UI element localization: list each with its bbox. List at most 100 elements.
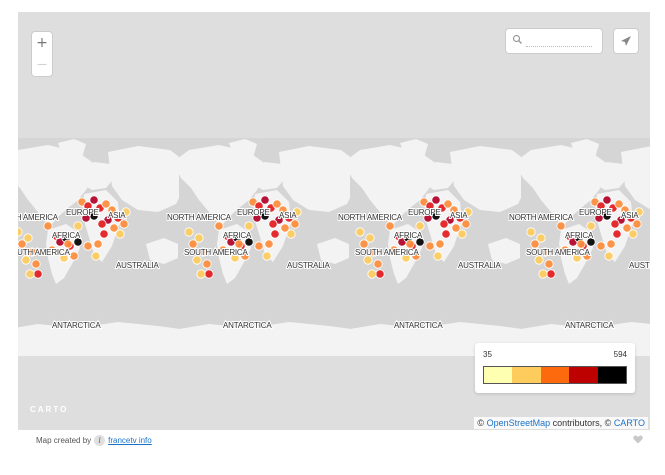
data-bubble[interactable] [254,241,264,251]
openstreetmap-link[interactable]: OpenStreetMap [487,418,551,428]
data-bubble[interactable] [415,221,425,231]
data-bubble[interactable] [25,269,35,279]
data-bubble[interactable] [244,221,254,231]
data-bubble[interactable] [596,241,606,251]
label-australia: AUSTRALIA [116,261,160,270]
label-asia: ASIA [279,211,297,220]
data-bubble[interactable] [23,233,33,243]
data-bubble[interactable] [385,221,395,231]
data-bubble[interactable] [214,221,224,231]
data-bubble[interactable] [363,255,373,265]
data-bubble[interactable] [202,259,212,269]
legend-swatch-5 [597,367,627,383]
label-south-america: SOUTH AMERICA [184,248,248,257]
data-bubble[interactable] [544,259,554,269]
data-bubble[interactable] [31,259,41,269]
data-bubble[interactable] [606,239,616,249]
data-bubble[interactable] [451,223,461,233]
data-bubble[interactable] [367,269,377,279]
data-bubble[interactable] [89,195,99,205]
data-bubble[interactable] [355,227,365,237]
color-legend: 35 594 [475,343,635,393]
data-bubble[interactable] [375,269,385,279]
data-bubble[interactable] [204,269,214,279]
label-north-america: NORTH AMERICA [18,213,59,222]
zoom-out-button[interactable]: — [32,54,52,76]
data-bubble[interactable] [556,221,566,231]
map-footer: Map created by i francetv info [36,435,152,446]
created-by-text: Map created by [36,436,92,445]
data-bubble[interactable] [433,251,443,261]
data-bubble[interactable] [93,239,103,249]
data-bubble[interactable] [43,221,53,231]
data-bubble[interactable] [234,239,244,249]
data-bubble[interactable] [194,233,204,243]
data-bubble[interactable] [280,223,290,233]
search-input[interactable] [526,34,592,47]
label-europe: EUROPE [408,208,441,217]
data-bubble[interactable] [91,251,101,261]
data-bubble[interactable] [264,239,274,249]
author-link[interactable]: francetv info [108,436,152,445]
carto-logo: CARTO [30,405,69,414]
data-bubble[interactable] [268,219,278,229]
data-bubble[interactable] [270,229,280,239]
label-south-america: SOUTH AMERICA [18,248,70,257]
data-bubble[interactable] [604,251,614,261]
label-antarctica: ANTARCTICA [223,321,272,330]
heart-icon[interactable] [633,435,643,444]
data-bubble[interactable] [73,221,83,231]
data-bubble[interactable] [534,255,544,265]
legend-min-value: 35 [483,350,492,359]
data-bubble[interactable] [63,239,73,249]
data-bubble[interactable] [262,251,272,261]
data-bubble[interactable] [109,223,119,233]
search-icon [512,34,522,44]
data-bubble[interactable] [632,219,642,229]
data-bubble[interactable] [21,255,31,265]
data-bubble[interactable] [610,219,620,229]
data-bubble[interactable] [602,195,612,205]
data-bubble[interactable] [546,269,556,279]
data-bubble[interactable] [622,223,632,233]
data-bubble[interactable] [576,239,586,249]
data-bubble[interactable] [184,227,194,237]
label-antarctica: ANTARCTICA [565,321,614,330]
label-africa: AFRICA [223,231,252,240]
data-bubble[interactable] [192,255,202,265]
label-asia: ASIA [450,211,468,220]
info-icon: i [94,435,106,446]
data-bubble[interactable] [373,259,383,269]
data-bubble[interactable] [586,221,596,231]
data-bubble[interactable] [365,233,375,243]
data-bubble[interactable] [425,241,435,251]
label-africa: AFRICA [52,231,81,240]
data-bubble[interactable] [536,233,546,243]
data-bubble[interactable] [33,269,43,279]
data-bubble[interactable] [538,269,548,279]
data-bubble[interactable] [290,219,300,229]
label-australia: AUSTRALIA [458,261,502,270]
data-bubble[interactable] [97,219,107,229]
data-bubble[interactable] [612,229,622,239]
locate-button[interactable] [614,29,638,53]
data-bubble[interactable] [260,195,270,205]
data-bubble[interactable] [431,195,441,205]
zoom-in-button[interactable]: + [32,32,52,54]
data-bubble[interactable] [119,219,129,229]
data-bubble[interactable] [69,251,79,261]
data-bubble[interactable] [441,229,451,239]
data-bubble[interactable] [526,227,536,237]
data-bubble[interactable] [435,239,445,249]
carto-link[interactable]: CARTO [614,418,645,428]
legend-swatch-2 [512,367,541,383]
data-bubble[interactable] [439,219,449,229]
zoom-control: + — [32,32,52,76]
data-bubble[interactable] [461,219,471,229]
data-bubble[interactable] [99,229,109,239]
data-bubble[interactable] [196,269,206,279]
data-bubble[interactable] [405,239,415,249]
data-bubble[interactable] [83,241,93,251]
label-antarctica: ANTARCTICA [52,321,101,330]
map-canvas[interactable]: NORTH AMERICA SOUTH AMERICA EUROPE ASIA … [18,12,650,430]
